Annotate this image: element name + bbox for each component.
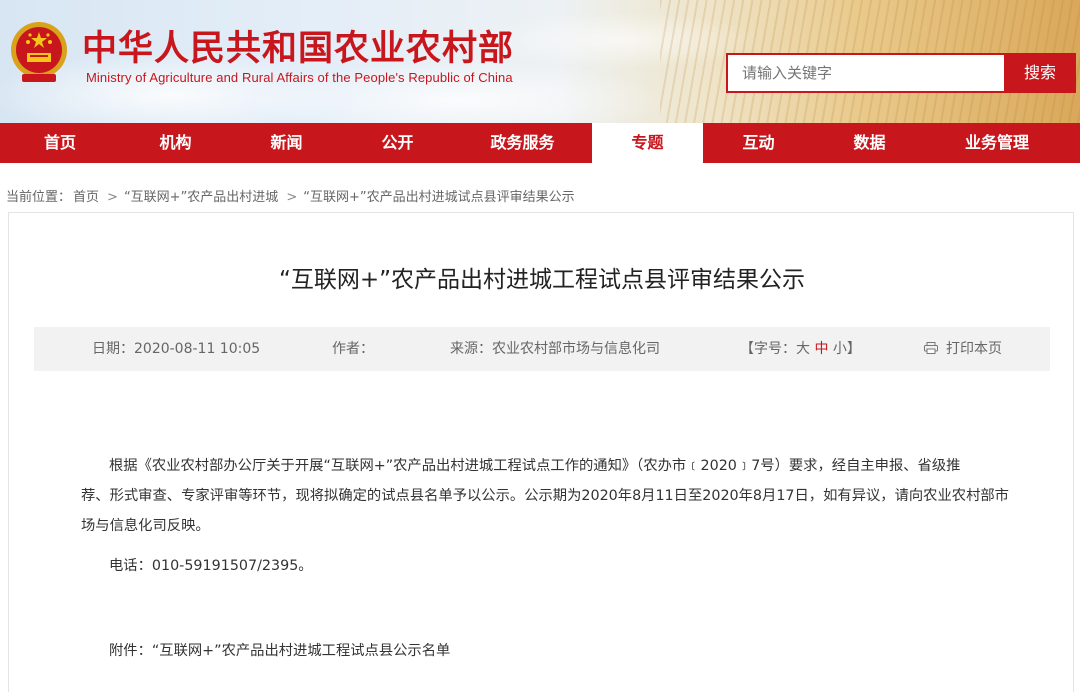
nav-item-institutions[interactable]: 机构	[120, 123, 231, 163]
nav-item-news[interactable]: 新闻	[231, 123, 342, 163]
font-size-control: 【字号：大 中 小】	[740, 327, 861, 371]
breadcrumb-link-home[interactable]: 首页	[73, 190, 99, 205]
printer-icon	[924, 342, 938, 354]
article-author: 作者：	[332, 341, 374, 357]
breadcrumb-prefix: 当前位置：	[6, 190, 72, 205]
nav-item-home[interactable]: 首页	[0, 123, 120, 163]
site-title: 中华人民共和国农业农村部	[82, 28, 515, 69]
font-size-large-link[interactable]: 大	[796, 341, 810, 357]
font-size-prefix: 【字号：	[740, 341, 796, 357]
article-paragraph-line: 荐、形式审查、专家评审等环节，现将拟确定的试点县名单予以公示。公示期为2020年…	[81, 488, 1009, 504]
article-source: 来源：农业农村部市场与信息化司	[450, 341, 660, 357]
nav-item-interaction[interactable]: 互动	[703, 123, 814, 163]
breadcrumb-link-topic[interactable]: “互联网+”农产品出村进城	[124, 190, 278, 205]
search-input[interactable]	[726, 53, 1006, 93]
article-container: “互联网+”农产品出村进城工程试点县评审结果公示 日期：2020-08-11 1…	[8, 212, 1074, 692]
nav-item-data[interactable]: 数据	[814, 123, 925, 163]
nav-item-public[interactable]: 公开	[342, 123, 453, 163]
article-title: “互联网+”农产品出村进城工程试点县评审结果公示	[278, 267, 806, 293]
national-emblem-icon	[11, 22, 67, 82]
article-date: 日期：2020-08-11 10:05	[92, 341, 261, 357]
print-page-link[interactable]: 打印本页	[924, 327, 1002, 371]
article-meta-bar: 日期：2020-08-11 10:05 作者： 来源：农业农村部市场与信息化司 …	[34, 327, 1050, 371]
font-size-small-link[interactable]: 小	[833, 341, 847, 357]
font-size-suffix: 】	[846, 341, 861, 357]
print-page-label: 打印本页	[946, 341, 1002, 357]
breadcrumb: 当前位置： 首页 > “互联网+”农产品出村进城 > “互联网+”农产品出村进城试点县评审…	[6, 186, 577, 205]
font-size-medium-link[interactable]: 中	[814, 341, 828, 357]
breadcrumb-separator: >	[286, 190, 298, 205]
article-phone: 电话：010-59191507/2395。	[109, 558, 313, 574]
breadcrumb-separator: >	[107, 190, 118, 205]
site-subtitle: Ministry of Agriculture and Rural Affair…	[86, 70, 513, 85]
main-nav: 首页 机构 新闻 公开 政务服务 专题 互动 数据 业务管理	[0, 123, 1080, 163]
nav-item-topics[interactable]: 专题	[592, 123, 703, 163]
article-paragraph-line: 场与信息化司反映。	[81, 518, 210, 534]
nav-item-business-management[interactable]: 业务管理	[925, 123, 1069, 163]
breadcrumb-current-page[interactable]: “互联网+”农产品出村进城试点县评审结果公示	[303, 190, 574, 205]
nav-item-government-services[interactable]: 政务服务	[453, 123, 592, 163]
article-paragraph-line: 根据《农业农村部办公厅关于开展“互联网+”农产品出村进城工程试点工作的通知》（农…	[109, 458, 961, 474]
article-attachment-link[interactable]: 附件：“互联网+”农产品出村进城工程试点县公示名单	[109, 636, 1039, 666]
search-button[interactable]: 搜索	[1004, 53, 1076, 93]
site-header: 中华人民共和国农业农村部 Ministry of Agriculture and…	[0, 0, 1080, 123]
